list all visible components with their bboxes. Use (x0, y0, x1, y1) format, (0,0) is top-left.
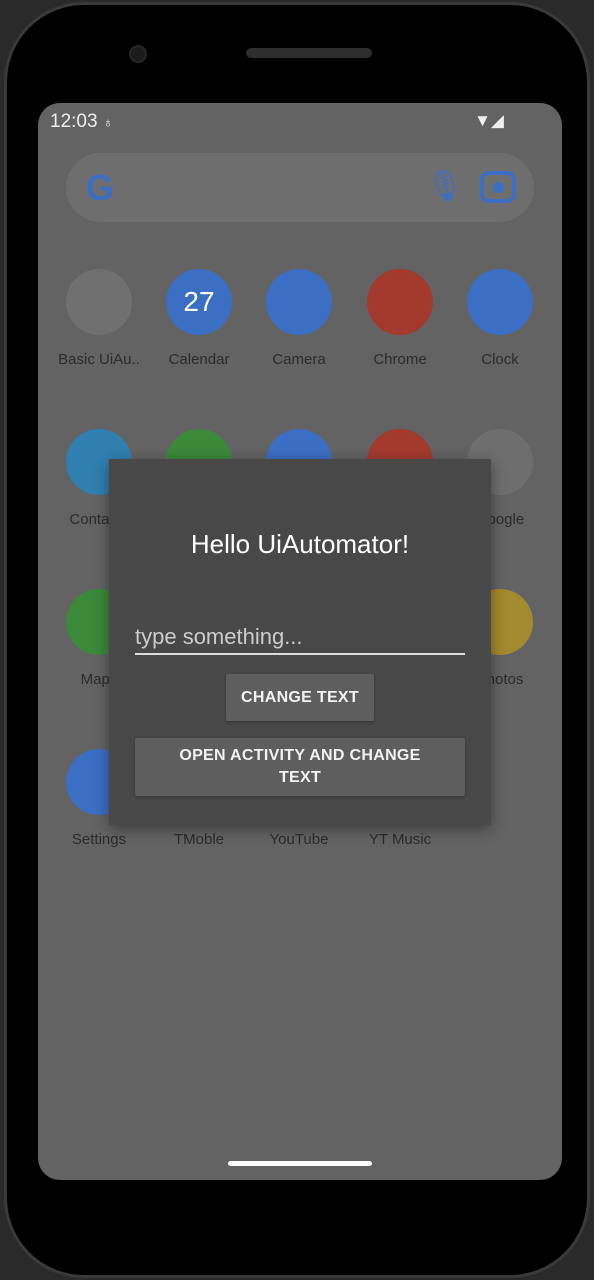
home-screen: 12:03 ♁ ▼◢ G 🎙 Basic UiAu.. 27 Calendar Cam… (38, 103, 562, 1180)
google-logo-icon: G (86, 167, 115, 208)
app-label: Camera (272, 351, 326, 368)
app-label: Clock (481, 351, 519, 368)
wifi-icon: ▼ (474, 111, 491, 130)
app-label: Chrome (373, 351, 427, 368)
app-label: Settings (71, 831, 127, 848)
app-label: YouTube (269, 831, 329, 848)
app-camera[interactable]: Camera (249, 269, 349, 368)
home-gesture-bar[interactable] (228, 1161, 372, 1166)
status-bar-left: 12:03 ♁ (50, 111, 113, 133)
app-calendar[interactable]: 27 Calendar (149, 269, 249, 368)
clock-icon (467, 269, 533, 335)
app-clock[interactable]: Clock (450, 269, 550, 368)
dialog-title: Hello UiAutomator! (190, 529, 410, 559)
app-label: Basic UiAu.. (58, 351, 140, 368)
open-activity-button[interactable]: OPEN ACTIVITY AND CHANGE TEXT (135, 738, 465, 796)
android-icon (66, 269, 132, 335)
app-label: YT Music (368, 831, 432, 848)
signal-icon: ◢ (490, 111, 504, 130)
text-input[interactable] (135, 621, 465, 655)
calendar-icon: 27 (166, 269, 232, 335)
front-camera (129, 45, 147, 63)
lens-icon[interactable] (480, 171, 516, 203)
usb-debug-icon: ♁ (102, 114, 114, 130)
camera-icon (266, 269, 332, 335)
change-text-button[interactable]: CHANGE TEXT (226, 674, 374, 721)
app-label: TMoble (173, 831, 225, 848)
earpiece-speaker (246, 48, 372, 58)
app-chrome[interactable]: Chrome (350, 269, 450, 368)
app-basic-uiau-[interactable]: Basic UiAu.. (49, 269, 149, 368)
app-label: Calendar (168, 351, 230, 368)
chrome-icon (367, 269, 433, 335)
status-bar-right: ▼◢ (474, 111, 504, 131)
google-search-bar[interactable]: G 🎙 (66, 153, 534, 222)
mic-icon[interactable]: 🎙 (426, 169, 464, 204)
dialog: Hello UiAutomator! CHANGE TEXT OPEN ACTI… (109, 459, 491, 825)
status-time: 12:03 (50, 111, 98, 132)
